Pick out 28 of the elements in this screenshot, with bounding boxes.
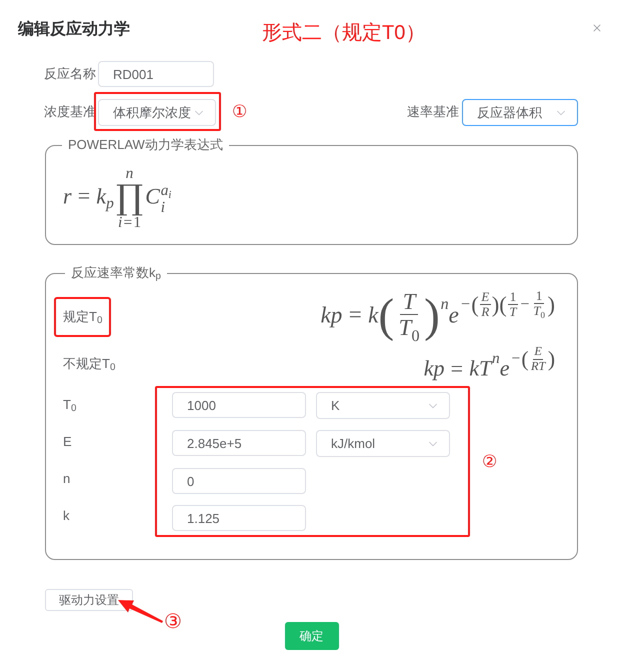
- parameter-label: n: [63, 471, 70, 487]
- field-label: 速率基准: [407, 102, 459, 121]
- panel-legend: POWERLAW动力学表达式: [62, 137, 229, 153]
- parameter-label: k: [63, 508, 70, 524]
- select-field[interactable]: 体积摩尔浓度: [98, 99, 216, 126]
- select-field[interactable]: kJ/kmol: [316, 430, 450, 457]
- select-field[interactable]: K: [316, 392, 450, 419]
- driving-force-button[interactable]: 驱动力设置: [45, 589, 133, 611]
- parameter-input[interactable]: 1.125: [172, 505, 306, 531]
- annotation-marker: ②: [482, 452, 497, 472]
- parameter-input[interactable]: 0: [172, 468, 306, 494]
- reaction-name-input[interactable]: RD001: [98, 61, 214, 87]
- close-button[interactable]: [591, 22, 603, 34]
- parameter-label: T$_{0}$: [63, 397, 76, 413]
- option-label[interactable]: 不规定T$_{0}$: [63, 356, 116, 371]
- dialog-title: 编辑反应动力学: [18, 20, 130, 40]
- parameter-label: E: [63, 434, 72, 450]
- option-label[interactable]: 规定T$_{0}$: [63, 309, 102, 324]
- pointer-arrow: [117, 599, 164, 624]
- select-field[interactable]: 反应器体积: [462, 99, 578, 126]
- annotation-marker: ③: [164, 611, 182, 633]
- field-label: 反应名称: [44, 65, 97, 84]
- parameter-input[interactable]: 1000: [172, 392, 306, 418]
- annotation-title: 形式二（规定T0）: [262, 21, 426, 46]
- close-icon: [591, 22, 603, 34]
- annotation-marker: ①: [232, 102, 247, 122]
- parameter-input[interactable]: 2.845e+5: [172, 430, 306, 456]
- panel-legend: 反应速率常数k$_{p}$: [65, 265, 167, 281]
